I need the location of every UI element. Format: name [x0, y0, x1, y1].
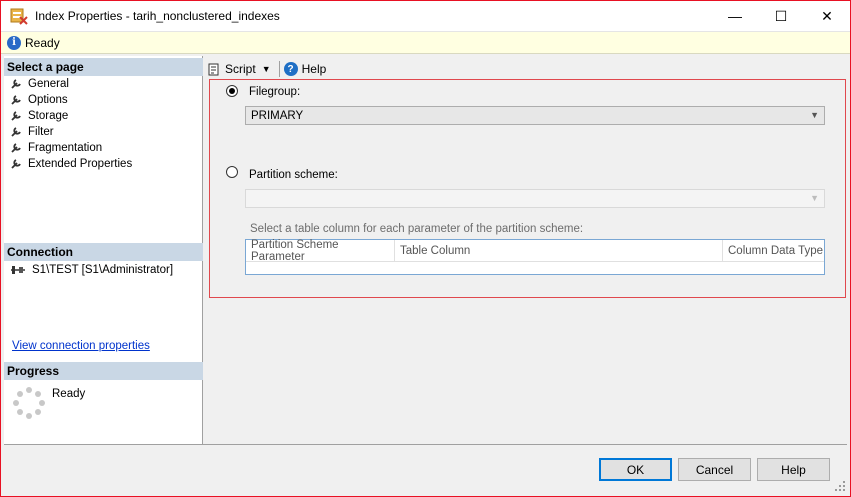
cancel-button[interactable]: Cancel [678, 458, 751, 481]
toolbar: Script ▼ ? Help [207, 59, 326, 79]
partition-parameter-grid[interactable]: Partition Scheme Parameter Table Column … [245, 239, 825, 275]
wrench-icon [11, 159, 21, 169]
index-properties-app-icon [9, 6, 29, 26]
wrench-icon [11, 79, 21, 89]
grid-column-header: Table Column [395, 240, 723, 261]
connection-text: S1\TEST [S1\Administrator] [32, 264, 174, 276]
page-item-label: Storage [28, 110, 69, 122]
help-label: Help [301, 62, 327, 76]
toolbar-separator [278, 61, 280, 77]
script-button[interactable]: Script ▼ [207, 62, 271, 76]
help-button[interactable]: Help [757, 458, 830, 481]
resize-grip-icon[interactable] [834, 480, 846, 492]
page-item-fragmentation[interactable]: Fragmentation [10, 140, 132, 156]
wrench-icon [11, 127, 21, 137]
page-item-label: Fragmentation [28, 142, 103, 154]
wrench-icon [11, 143, 21, 153]
page-item-storage[interactable]: Storage [10, 108, 132, 124]
wrench-icon [11, 95, 21, 105]
server-connection-icon [11, 266, 25, 274]
bottom-divider [4, 444, 847, 445]
connection-info: S1\TEST [S1\Administrator] [10, 263, 173, 277]
progress-status-text: Ready [52, 388, 86, 400]
chevron-down-icon: ▼ [810, 110, 819, 120]
view-connection-properties-link[interactable]: View connection properties [12, 340, 150, 352]
window-title: Index Properties - tarih_nonclustered_in… [35, 9, 280, 23]
partition-scheme-radio[interactable] [226, 166, 238, 178]
ok-button[interactable]: OK [599, 458, 672, 481]
connection-header: Connection [4, 243, 203, 261]
grid-column-header: Partition Scheme Parameter [246, 239, 395, 263]
grid-header: Partition Scheme Parameter Table Column … [246, 239, 824, 263]
partition-scheme-label: Partition scheme: [249, 169, 338, 181]
partition-grid-caption: Select a table column for each parameter… [250, 223, 584, 235]
page-item-extended-properties[interactable]: Extended Properties [10, 156, 132, 172]
wrench-icon [11, 111, 21, 121]
progress-spinner-icon [13, 387, 45, 419]
title-bar: Index Properties - tarih_nonclustered_in… [1, 1, 850, 31]
page-item-label: Filter [28, 126, 54, 138]
select-page-header: Select a page [4, 58, 203, 76]
page-item-options[interactable]: Options [10, 92, 132, 108]
filegroup-radio[interactable] [226, 85, 238, 97]
status-bar: i Ready [1, 31, 850, 54]
grid-column-header: Column Data Type [728, 244, 824, 257]
filegroup-dropdown[interactable]: PRIMARY ▼ [245, 106, 825, 125]
filegroup-value: PRIMARY [251, 109, 304, 122]
index-properties-window: Index Properties - tarih_nonclustered_in… [0, 0, 851, 497]
progress-header: Progress [4, 362, 203, 380]
chevron-down-icon: ▼ [810, 193, 819, 203]
script-icon [208, 63, 219, 76]
page-item-general[interactable]: General [10, 76, 132, 92]
close-button[interactable]: ✕ [804, 1, 850, 31]
script-label: Script [225, 62, 256, 76]
page-item-label: Options [28, 94, 68, 106]
page-item-filter[interactable]: Filter [10, 124, 132, 140]
page-item-label: General [28, 78, 69, 90]
info-icon: i [7, 35, 21, 50]
left-panel: Select a page General Options Storage Fi… [4, 56, 203, 444]
chevron-down-icon: ▼ [261, 64, 271, 74]
minimize-button[interactable]: — [712, 1, 758, 31]
partition-scheme-dropdown[interactable]: ▼ [245, 189, 825, 208]
window-controls: — ☐ ✕ [712, 1, 850, 31]
page-list: General Options Storage Filter Fragmenta… [10, 76, 132, 172]
help-toolbar-button[interactable]: ? Help [283, 62, 327, 76]
filegroup-label: Filegroup: [249, 86, 301, 98]
maximize-button[interactable]: ☐ [758, 1, 804, 31]
page-item-label: Extended Properties [28, 158, 133, 170]
status-text: Ready [25, 35, 60, 50]
help-icon: ? [283, 62, 298, 76]
